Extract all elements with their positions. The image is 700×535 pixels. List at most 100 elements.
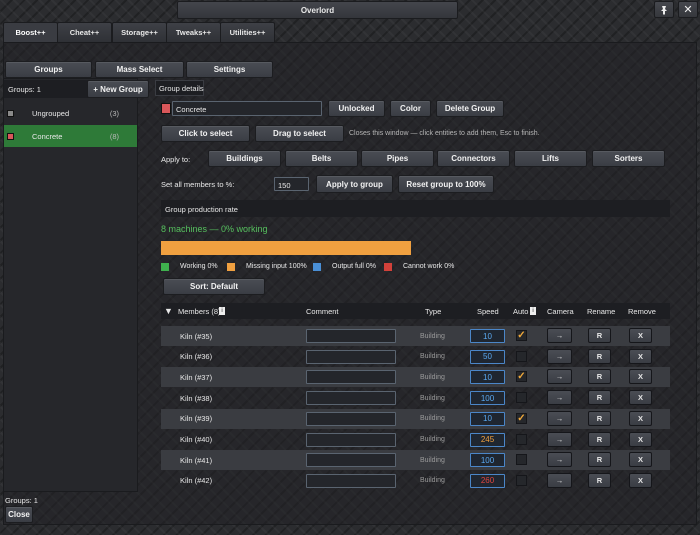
- tab-tweaks[interactable]: Tweaks++: [166, 22, 221, 42]
- legend-swatch: [313, 263, 321, 271]
- rename-button[interactable]: R: [588, 348, 611, 364]
- auto-checkbox[interactable]: [516, 433, 527, 445]
- click-to-select-button[interactable]: Click to select: [161, 125, 250, 142]
- member-type: Building: [420, 373, 445, 381]
- close-button[interactable]: Close: [5, 506, 33, 523]
- tab-utilities[interactable]: Utilities++: [220, 22, 275, 42]
- comment-input[interactable]: [306, 349, 396, 364]
- info-icon[interactable]: i: [219, 307, 225, 315]
- apply-connectors-button[interactable]: Connectors: [437, 150, 510, 167]
- table-row: Kiln (#39) Building 10 ✓ → R X: [161, 408, 670, 429]
- speed-input[interactable]: 50: [470, 349, 505, 364]
- speed-input[interactable]: 100: [470, 391, 505, 406]
- rename-button[interactable]: R: [588, 328, 611, 343]
- apply-buildings-button[interactable]: Buildings: [208, 150, 281, 167]
- set-members-label: Set all members to %:: [161, 180, 235, 189]
- comment-input[interactable]: [306, 329, 396, 343]
- speed-input[interactable]: 10: [470, 411, 505, 426]
- member-type: Building: [420, 353, 445, 361]
- group-item-ungrouped[interactable]: Ungrouped (3): [4, 102, 137, 124]
- comment-input[interactable]: [306, 473, 396, 488]
- auto-checkbox[interactable]: [516, 350, 527, 362]
- remove-button[interactable]: X: [629, 410, 652, 426]
- remove-button[interactable]: X: [629, 369, 652, 385]
- apply-pipes-button[interactable]: Pipes: [361, 150, 434, 167]
- rename-button[interactable]: R: [588, 390, 611, 406]
- comment-input[interactable]: [306, 411, 396, 426]
- reset-group-button[interactable]: Reset group to 100%: [398, 175, 494, 193]
- rename-button[interactable]: R: [588, 410, 611, 426]
- speed-input[interactable]: 245: [470, 432, 505, 447]
- subtab-settings[interactable]: Settings: [186, 61, 273, 78]
- group-item-concrete[interactable]: Concrete (8): [4, 125, 137, 147]
- new-group-button[interactable]: + New Group: [87, 80, 149, 98]
- collapse-triangle-icon[interactable]: ▼: [164, 306, 173, 316]
- drag-to-select-button[interactable]: Drag to select: [255, 125, 344, 142]
- camera-arrow-icon[interactable]: →: [547, 369, 572, 385]
- rename-button[interactable]: R: [588, 369, 611, 385]
- speed-input[interactable]: 10: [470, 329, 505, 343]
- auto-checkbox[interactable]: [516, 454, 527, 466]
- speed-input[interactable]: 10: [470, 370, 505, 385]
- group-name-field[interactable]: Concrete: [172, 101, 322, 116]
- camera-arrow-icon[interactable]: →: [547, 431, 572, 447]
- auto-info-icon[interactable]: i: [530, 307, 536, 315]
- camera-arrow-icon[interactable]: →: [547, 348, 572, 364]
- legend-swatch: [227, 263, 235, 271]
- color-button[interactable]: Color: [390, 100, 431, 117]
- delete-group-button[interactable]: Delete Group: [436, 100, 504, 117]
- tab-cheat[interactable]: Cheat++: [57, 22, 112, 42]
- rename-button[interactable]: R: [588, 472, 611, 488]
- member-type: Building: [420, 332, 445, 340]
- apply-to-group-button[interactable]: Apply to group: [316, 175, 393, 193]
- camera-arrow-icon[interactable]: →: [547, 328, 572, 343]
- remove-button[interactable]: X: [629, 472, 652, 488]
- subtab-mass-select[interactable]: Mass Select: [95, 61, 184, 78]
- auto-checkbox[interactable]: [516, 474, 527, 486]
- legend-label: Output full 0%: [332, 263, 376, 270]
- apply-sorters-button[interactable]: Sorters: [592, 150, 665, 167]
- auto-checkbox[interactable]: [516, 392, 527, 404]
- pin-icon[interactable]: [654, 1, 674, 18]
- group-color-swatch: [7, 109, 14, 117]
- remove-button[interactable]: X: [629, 431, 652, 447]
- rename-button[interactable]: R: [588, 452, 611, 468]
- speed-input[interactable]: 260: [470, 473, 505, 488]
- unlocked-button[interactable]: Unlocked: [328, 100, 385, 117]
- comment-input[interactable]: [306, 370, 396, 385]
- table-row: Kiln (#38) Building 100 → R X: [161, 388, 670, 408]
- apply-lifts-button[interactable]: Lifts: [514, 150, 587, 167]
- table-row: Kiln (#36) Building 50 → R X: [161, 347, 670, 367]
- auto-checkbox[interactable]: ✓: [516, 330, 527, 341]
- remove-button[interactable]: X: [629, 348, 652, 364]
- comment-input[interactable]: [306, 453, 396, 468]
- group-color-swatch: [7, 132, 14, 140]
- camera-arrow-icon[interactable]: →: [547, 452, 572, 468]
- comment-input[interactable]: [306, 391, 396, 406]
- apply-belts-button[interactable]: Belts: [285, 150, 358, 167]
- comment-input[interactable]: [306, 432, 396, 447]
- camera-arrow-icon[interactable]: →: [547, 390, 572, 406]
- camera-arrow-icon[interactable]: →: [547, 410, 572, 426]
- tab-boost[interactable]: Boost++: [3, 22, 58, 42]
- close-icon[interactable]: ✕: [678, 1, 698, 18]
- rename-button[interactable]: R: [588, 431, 611, 447]
- camera-arrow-icon[interactable]: →: [547, 472, 572, 488]
- subtab-groups[interactable]: Groups: [5, 61, 92, 78]
- select-hint: Closes this window — click entities to a…: [349, 130, 540, 137]
- production-header: Group production rate: [165, 205, 238, 214]
- remove-button[interactable]: X: [629, 390, 652, 406]
- tab-storage[interactable]: Storage++: [112, 22, 167, 42]
- remove-button[interactable]: X: [629, 328, 652, 343]
- member-name: Kiln (#35): [180, 331, 213, 341]
- sort-button[interactable]: Sort: Default: [163, 278, 265, 295]
- legend-label: Missing input 100%: [246, 263, 307, 270]
- legend-swatch: [384, 263, 392, 271]
- legend-label: Working 0%: [180, 263, 218, 270]
- percent-input[interactable]: 150: [274, 177, 309, 191]
- auto-checkbox[interactable]: ✓: [516, 371, 527, 383]
- remove-button[interactable]: X: [629, 452, 652, 468]
- speed-input[interactable]: 100: [470, 453, 505, 468]
- camera-header: Camera: [547, 307, 574, 316]
- auto-checkbox[interactable]: ✓: [516, 412, 527, 424]
